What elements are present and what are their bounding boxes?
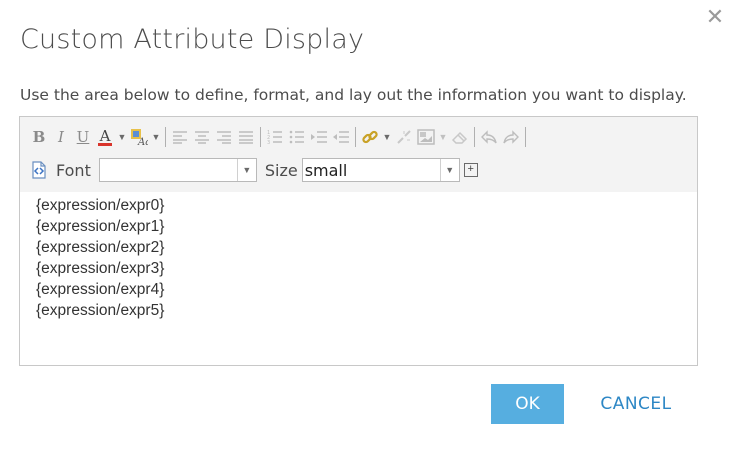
highlight-color-icon: Aa <box>131 129 148 146</box>
editor-line: {expression/expr0} <box>36 197 165 214</box>
italic-button[interactable]: I <box>50 126 72 148</box>
indent-icon <box>311 131 327 143</box>
font-color-button[interactable]: A <box>94 126 116 148</box>
highlight-color-dropdown[interactable]: ▼ <box>150 126 162 148</box>
align-right-icon <box>217 131 231 144</box>
toolbar-separator <box>474 127 475 147</box>
toolbar-separator <box>525 127 526 147</box>
html-source-icon <box>32 161 46 179</box>
rich-text-editor: B I U A ▼ Aa ▼ <box>19 116 698 366</box>
link-icon <box>362 130 378 144</box>
insert-image-button[interactable] <box>415 126 437 148</box>
instructions-text: Use the area below to define, format, an… <box>20 86 687 104</box>
editor-line: {expression/expr2} <box>36 239 165 256</box>
bold-button[interactable]: B <box>28 126 50 148</box>
align-center-icon <box>195 131 209 144</box>
chevron-down-icon[interactable]: ▼ <box>236 159 256 181</box>
undo-button[interactable] <box>478 126 500 148</box>
insert-image-icon <box>417 129 435 145</box>
toolbar-separator <box>260 127 261 147</box>
font-color-icon: A <box>98 126 112 146</box>
outdent-icon <box>333 131 349 143</box>
align-justify-button[interactable] <box>235 126 257 148</box>
expand-toolbar-icon[interactable]: + <box>463 163 478 177</box>
toolbar-separator <box>165 127 166 147</box>
link-button[interactable] <box>359 126 381 148</box>
font-color-dropdown[interactable]: ▼ <box>116 126 128 148</box>
size-label: Size <box>264 160 298 180</box>
unlink-button[interactable] <box>393 126 415 148</box>
italic-icon: I <box>58 128 64 146</box>
editor-line: {expression/expr5} <box>36 302 165 319</box>
dialog-title: Custom Attribute Display <box>20 24 365 55</box>
align-justify-icon <box>239 131 253 144</box>
undo-icon <box>481 130 497 144</box>
size-select[interactable]: small ▼ <box>301 158 460 182</box>
redo-icon <box>503 130 519 144</box>
editor-line: {expression/expr4} <box>36 281 165 298</box>
toolbar-row-formatting: B I U A ▼ Aa ▼ <box>28 125 529 149</box>
size-select-value: small <box>304 160 348 180</box>
svg-text:3: 3 <box>267 140 270 144</box>
unlink-icon <box>397 130 411 144</box>
align-center-button[interactable] <box>191 126 213 148</box>
chevron-down-icon[interactable]: ▼ <box>439 159 459 181</box>
toolbar-separator <box>355 127 356 147</box>
align-left-icon <box>173 131 187 144</box>
cancel-button[interactable]: CANCEL <box>584 384 688 424</box>
highlight-color-button[interactable]: Aa <box>128 126 150 148</box>
ok-button[interactable]: OK <box>491 384 564 424</box>
underline-icon: U <box>76 128 90 146</box>
link-dropdown[interactable]: ▼ <box>381 126 393 148</box>
outdent-button[interactable] <box>330 126 352 148</box>
align-right-button[interactable] <box>213 126 235 148</box>
eraser-button[interactable] <box>449 126 471 148</box>
eraser-icon <box>451 131 468 144</box>
editor-line: {expression/expr1} <box>36 218 165 235</box>
html-source-button[interactable] <box>28 159 50 181</box>
font-label: Font <box>56 160 91 180</box>
align-left-button[interactable] <box>169 126 191 148</box>
toolbar-row-font: Font ▼ Size small ▼ + <box>28 158 478 182</box>
editor-toolbar: B I U A ▼ Aa ▼ <box>20 117 697 192</box>
custom-attribute-display-dialog: Custom Attribute Display ✕ Use the area … <box>0 0 732 457</box>
ordered-list-icon: 123 <box>267 130 282 144</box>
font-select[interactable]: ▼ <box>98 158 257 182</box>
bold-icon: B <box>32 128 46 146</box>
font-color-letter: A <box>99 126 111 145</box>
redo-button[interactable] <box>500 126 522 148</box>
unordered-list-button[interactable] <box>286 126 308 148</box>
insert-image-dropdown[interactable]: ▼ <box>437 126 449 148</box>
ordered-list-button[interactable]: 123 <box>264 126 286 148</box>
underline-button[interactable]: U <box>72 126 94 148</box>
close-icon[interactable]: ✕ <box>704 6 726 28</box>
editor-content[interactable]: {expression/expr0} {expression/expr1} {e… <box>36 195 164 321</box>
svg-text:Aa: Aa <box>137 137 148 146</box>
editor-line: {expression/expr3} <box>36 260 165 277</box>
font-color-swatch <box>98 142 112 146</box>
unordered-list-icon <box>289 130 304 144</box>
indent-button[interactable] <box>308 126 330 148</box>
